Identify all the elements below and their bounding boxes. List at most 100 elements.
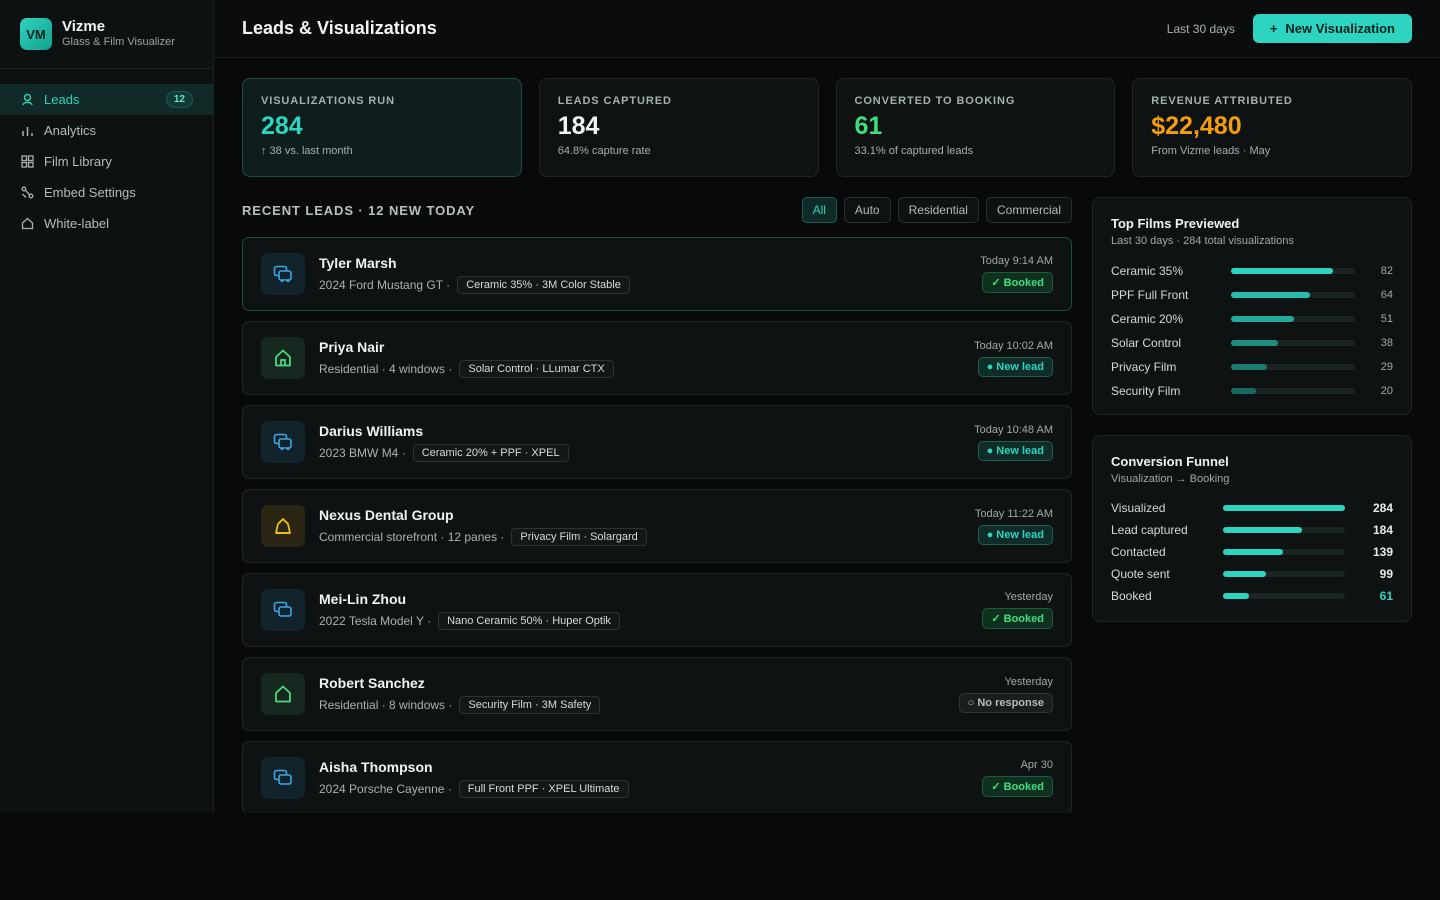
film-bar bbox=[1231, 340, 1279, 346]
stat-card-revenue: REVENUE ATTRIBUTED $22,480 From Vizme le… bbox=[1132, 78, 1412, 177]
sidebar-item-leads[interactable]: Leads 12 bbox=[0, 84, 213, 115]
funnel-count: 99 bbox=[1379, 567, 1393, 581]
funnel-bar bbox=[1223, 549, 1283, 555]
sidebar-item-white-label[interactable]: White-label bbox=[0, 208, 213, 239]
lead-filters: All Auto Residential Commercial bbox=[801, 197, 1072, 223]
lead-time: Today 10:48 AM bbox=[974, 423, 1053, 436]
plus-icon: + bbox=[1269, 21, 1278, 36]
film-bar-track bbox=[1231, 316, 1355, 322]
stat-sub: ↑ 38 vs. last month bbox=[261, 145, 353, 157]
stats-row: VISUALIZATIONS RUN 284 ↑ 38 vs. last mon… bbox=[242, 78, 1412, 177]
film-row: Security Film 20 bbox=[1111, 379, 1393, 403]
lead-row[interactable]: Priya Nair Residential · 4 windows · Sol… bbox=[242, 321, 1072, 395]
lead-time: Today 10:02 AM bbox=[974, 339, 1053, 352]
film-name: Solar Control bbox=[1111, 336, 1182, 350]
lead-row[interactable]: Aisha Thompson 2024 Porsche Cayenne · Fu… bbox=[242, 741, 1072, 813]
lead-time: Apr 30 bbox=[1020, 759, 1053, 771]
filter-all[interactable]: All bbox=[801, 197, 837, 223]
panel-subtitle: Visualization → Booking bbox=[1111, 473, 1230, 485]
film-bar bbox=[1231, 268, 1333, 274]
stat-card-converted: CONVERTED TO BOOKING 61 33.1% of capture… bbox=[835, 78, 1116, 177]
film-tag: Ceramic 35% · 3M Color Stable bbox=[457, 275, 630, 294]
funnel-stage: Visualized bbox=[1111, 501, 1166, 515]
filter-auto[interactable]: Auto bbox=[843, 197, 891, 223]
sidebar-item-film-library[interactable]: Film Library bbox=[0, 146, 213, 177]
filter-commercial[interactable]: Commercial bbox=[985, 197, 1072, 223]
lead-row[interactable]: Mei-Lin Zhou 2022 Tesla Model Y · Nano C… bbox=[242, 573, 1072, 647]
lead-name: Robert Sanchez bbox=[319, 674, 425, 691]
date-range-selector[interactable]: Last 30 days bbox=[1167, 22, 1235, 36]
brand-subtitle: Glass & Film Visualizer bbox=[62, 36, 175, 48]
bar-chart-icon bbox=[20, 124, 34, 138]
panel-subtitle: Last 30 days · 284 total visualizations bbox=[1111, 235, 1294, 247]
sidebar-item-label: Analytics bbox=[44, 123, 97, 138]
stat-value: $22,480 bbox=[1151, 112, 1242, 140]
house-icon bbox=[261, 337, 305, 379]
sidebar-item-label: Embed Settings bbox=[44, 185, 136, 200]
brand: VM Vizme Glass & Film Visualizer bbox=[0, 0, 213, 69]
panel-title: Conversion Funnel bbox=[1111, 454, 1229, 469]
code-icon bbox=[20, 186, 34, 200]
top-films-list: Ceramic 35% 82 PPF Full Front 64 Ceramic 20%… bbox=[1111, 259, 1393, 403]
film-bar bbox=[1231, 292, 1311, 298]
lead-time: Yesterday bbox=[1004, 591, 1053, 603]
lead-name: Nexus Dental Group bbox=[319, 506, 454, 523]
car-icon bbox=[261, 421, 305, 463]
film-tag: Security Film · 3M Safety bbox=[459, 695, 601, 714]
logo: VM bbox=[20, 18, 52, 50]
grid-icon bbox=[20, 155, 34, 169]
funnel-stage: Contacted bbox=[1111, 545, 1166, 559]
film-tag: Ceramic 20% + PPF · XPEL bbox=[412, 443, 569, 462]
lead-name: Darius Williams bbox=[319, 422, 424, 439]
funnel-bar bbox=[1223, 527, 1303, 533]
stat-sub: From Vizme leads · May bbox=[1151, 145, 1271, 157]
funnel-count: 184 bbox=[1372, 523, 1393, 537]
stat-card-leads: LEADS CAPTURED 184 64.8% capture rate bbox=[538, 78, 819, 177]
funnel-bar bbox=[1223, 505, 1345, 511]
user-icon bbox=[20, 93, 34, 107]
funnel-bar-track bbox=[1223, 527, 1345, 533]
film-row: PPF Full Front 64 bbox=[1111, 283, 1393, 307]
film-name: PPF Full Front bbox=[1111, 288, 1189, 302]
lead-name: Mei-Lin Zhou bbox=[319, 590, 407, 607]
lead-time: Yesterday bbox=[1004, 675, 1053, 688]
status-badge: ✓ Booked bbox=[982, 608, 1053, 629]
lead-name: Priya Nair bbox=[319, 338, 385, 355]
lead-row[interactable]: Robert Sanchez Residential · 8 windows ·… bbox=[242, 657, 1072, 731]
sidebar-item-label: Leads bbox=[44, 92, 80, 107]
leads-count-badge: 12 bbox=[165, 91, 193, 108]
sidebar: VM Vizme Glass & Film Visualizer Leads 1… bbox=[0, 0, 214, 813]
funnel-list: Visualized 284 Lead captured 184 Contacted 13… bbox=[1111, 497, 1393, 607]
lead-name: Aisha Thompson bbox=[319, 758, 433, 775]
lead-row[interactable]: Darius Williams 2023 BMW M4 · Ceramic 20… bbox=[242, 405, 1072, 479]
status-badge: ✓ Booked bbox=[982, 272, 1053, 293]
film-bar-track bbox=[1231, 340, 1355, 346]
lead-row[interactable]: Tyler Marsh 2024 Ford Mustang GT · Ceram… bbox=[242, 237, 1072, 311]
new-visualization-button[interactable]: + New Visualization bbox=[1252, 14, 1412, 43]
film-bar bbox=[1231, 388, 1256, 394]
film-tag: Solar Control · LLumar CTX bbox=[459, 359, 614, 378]
funnel-bar-track bbox=[1223, 505, 1345, 511]
lead-name: Tyler Marsh bbox=[319, 254, 397, 271]
sidebar-item-analytics[interactable]: Analytics bbox=[0, 115, 213, 146]
lead-row[interactable]: Nexus Dental Group Commercial storefront… bbox=[242, 489, 1072, 563]
sidebar-item-label: White-label bbox=[44, 216, 110, 231]
funnel-count: 284 bbox=[1372, 501, 1393, 515]
film-row: Solar Control 38 bbox=[1111, 331, 1393, 355]
sidebar-item-embed-settings[interactable]: Embed Settings bbox=[0, 177, 213, 208]
stat-sub: 33.1% of captured leads bbox=[854, 145, 974, 157]
brand-name: Vizme bbox=[62, 18, 106, 35]
recent-leads-header: RECENT LEADS · 12 NEW TODAY All Auto Res… bbox=[242, 196, 1072, 224]
funnel-bar-track bbox=[1223, 593, 1345, 599]
film-name: Privacy Film bbox=[1111, 360, 1177, 374]
lead-detail: 2024 Porsche Cayenne · bbox=[319, 781, 452, 796]
lead-time: Today 11:22 AM bbox=[974, 507, 1053, 520]
film-count: 29 bbox=[1380, 361, 1393, 373]
filter-residential[interactable]: Residential bbox=[897, 197, 979, 223]
film-count: 51 bbox=[1380, 313, 1393, 325]
status-badge: ● New lead bbox=[977, 524, 1053, 545]
top-header: Leads & Visualizations Last 30 days + Ne… bbox=[214, 0, 1440, 58]
film-tag: Privacy Film · Solargard bbox=[511, 527, 647, 546]
lead-detail: Commercial storefront · 12 panes · bbox=[319, 529, 505, 544]
status-badge: ✓ Booked bbox=[982, 776, 1053, 797]
